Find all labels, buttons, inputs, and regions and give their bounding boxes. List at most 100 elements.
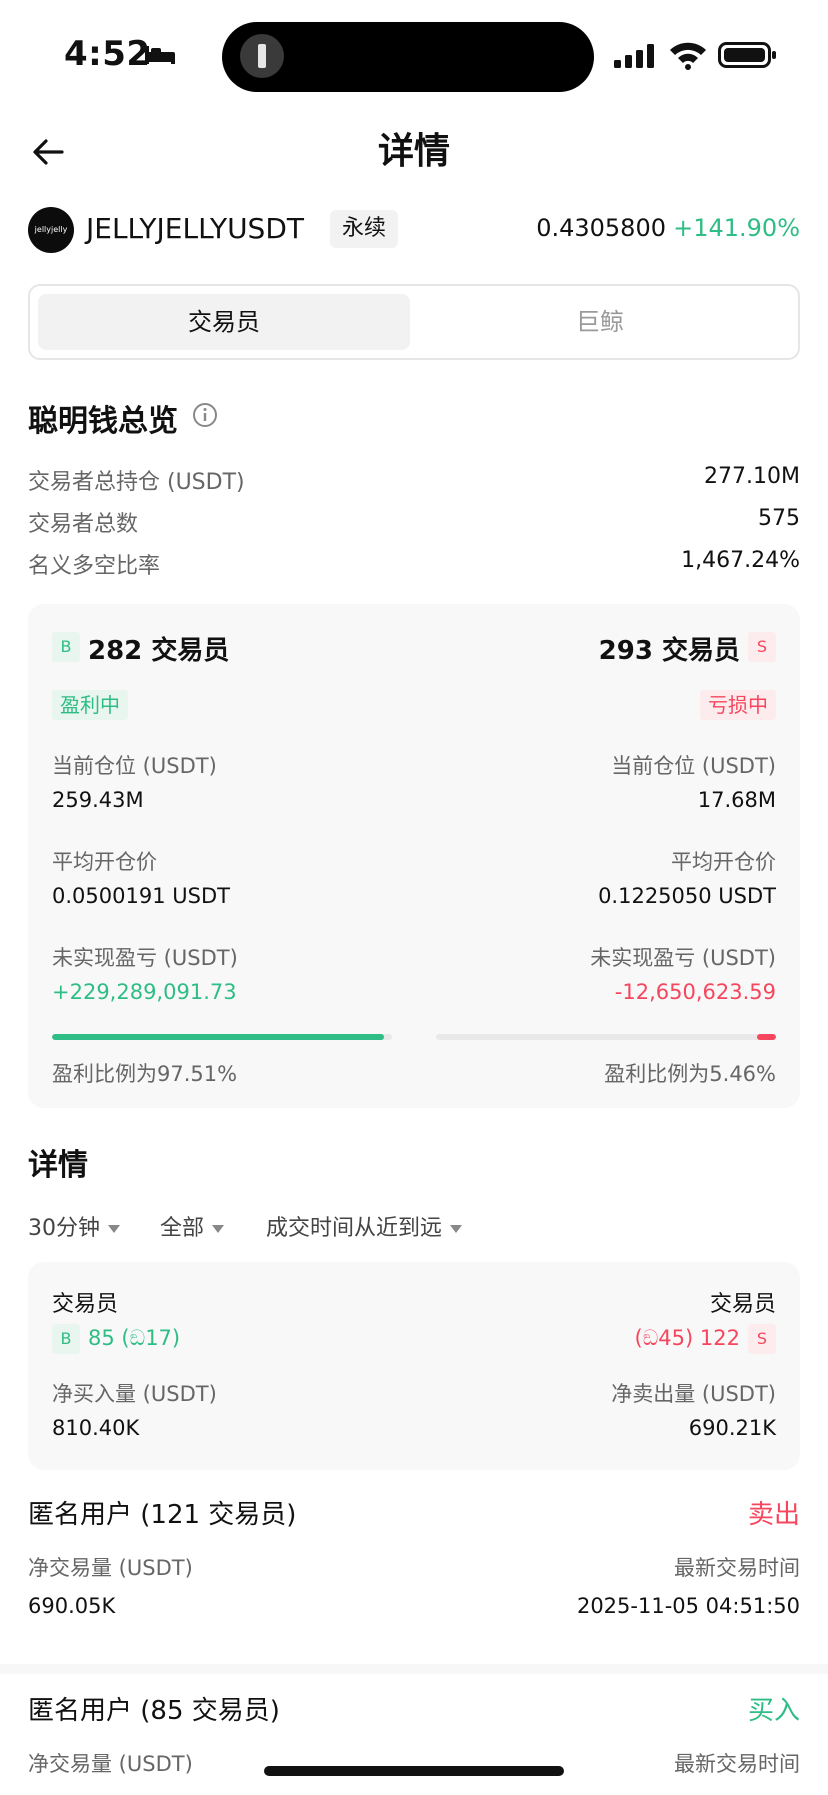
net-sell-label: 净卖出量 (USDT)	[611, 1382, 776, 1406]
entry-time-label: 最新交易时间	[674, 1752, 800, 1776]
filter-label: 成交时间从近到远	[266, 1216, 443, 1241]
overview-value: 277.10M	[704, 464, 800, 489]
coin-logo: jellyjelly	[28, 207, 74, 253]
dynamic-island	[222, 22, 594, 92]
paren-open: (	[121, 1326, 130, 1350]
long-profit-bar-fill	[52, 1034, 384, 1040]
buy-badge: B	[52, 1324, 80, 1354]
chevron-down-icon	[212, 1225, 225, 1233]
overview-value: 575	[758, 506, 800, 531]
perpetual-badge: 永续	[330, 210, 399, 248]
tab-whales[interactable]: 巨鲸	[414, 294, 786, 350]
entry-action: 买入	[747, 1696, 800, 1726]
short-status-badge: 亏损中	[700, 690, 776, 720]
buy-whale-count: 17	[145, 1326, 172, 1350]
long-trader-count: 282 交易员	[88, 636, 230, 666]
last-price: 0.4305800	[536, 214, 666, 242]
entry-action: 卖出	[747, 1500, 800, 1530]
sell-traders-label: 交易员	[709, 1292, 776, 1317]
long-pnl-value: +229,289,091.73	[52, 980, 237, 1004]
buy-traders-label: 交易员	[52, 1292, 119, 1317]
trade-summary-card: 交易员 交易员 B 85 (ඞ17) (ඞ45) 122 S 净买入量 (USD…	[28, 1262, 800, 1470]
filter-bar: 30分钟 全部 成交时间从近到远	[28, 1210, 800, 1246]
filter-label: 全部	[160, 1216, 205, 1241]
long-avg-price-value: 0.0500191 USDT	[52, 884, 230, 908]
entry-net-label: 净交易量 (USDT)	[28, 1556, 193, 1580]
divider	[0, 1664, 828, 1674]
overview-label: 交易者总数	[28, 512, 139, 537]
sleep-mode-icon	[145, 46, 175, 64]
short-badge: S	[748, 632, 776, 662]
battery-icon	[718, 42, 776, 68]
nav-header: 详情	[0, 110, 828, 200]
whale-icon: ඞ	[129, 1326, 146, 1350]
short-profit-bar-fill	[757, 1034, 776, 1040]
filter-label: 30分钟	[28, 1216, 100, 1241]
overview-row-long-short-ratio: 名义多空比率 1,467.24%	[28, 544, 800, 579]
buy-trader-stats: 85 (ඞ17)	[88, 1326, 180, 1351]
symbol-name: JELLYJELLYUSDT	[86, 212, 304, 245]
overview-row-total-position: 交易者总持仓 (USDT) 277.10M	[28, 460, 800, 495]
net-buy-value: 810.40K	[52, 1416, 140, 1440]
short-profit-bar	[436, 1034, 776, 1040]
short-avg-price-value: 0.1225050 USDT	[598, 884, 776, 908]
entry-net-label: 净交易量 (USDT)	[28, 1752, 193, 1776]
sell-trader-stats: (ඞ45) 122	[635, 1326, 740, 1351]
long-badge: B	[52, 632, 80, 662]
short-position-label: 当前仓位 (USDT)	[611, 754, 776, 778]
long-short-card: B 282 交易员 293 交易员 S 盈利中 亏损中 当前仓位 (USDT) …	[28, 604, 800, 1108]
entry-net-value: 690.05K	[28, 1594, 116, 1618]
short-pnl-value: -12,650,623.59	[614, 980, 776, 1004]
net-sell-value: 690.21K	[688, 1416, 776, 1440]
home-indicator	[264, 1766, 564, 1776]
long-position-label: 当前仓位 (USDT)	[52, 754, 217, 778]
smart-money-title: 聪明钱总览	[28, 404, 178, 439]
sell-badge: S	[748, 1324, 776, 1354]
page-title: 详情	[377, 131, 450, 172]
long-profit-ratio: 盈利比例为97.51%	[52, 1062, 238, 1086]
status-time: 4:52	[64, 34, 151, 74]
short-pnl-label: 未实现盈亏 (USDT)	[590, 946, 776, 970]
long-status-badge: 盈利中	[52, 690, 128, 720]
overview-value: 1,467.24%	[681, 548, 800, 573]
short-avg-price-label: 平均开仓价	[671, 850, 776, 874]
overview-label: 名义多空比率	[28, 554, 161, 579]
short-trader-count: 293 交易员	[598, 636, 740, 666]
long-position-value: 259.43M	[52, 788, 144, 812]
net-buy-label: 净买入量 (USDT)	[52, 1382, 217, 1406]
symbol-row: jellyjelly JELLYJELLYUSDT 永续 0.4305800 +…	[28, 204, 800, 256]
sort-filter[interactable]: 成交时间从近到远	[266, 1210, 463, 1242]
entry-title: 匿名用户 (85 交易员)	[28, 1696, 280, 1726]
paren-close: )	[685, 1326, 694, 1350]
buy-trader-count: 85	[88, 1326, 115, 1350]
sell-whale-count: 45	[658, 1326, 686, 1350]
short-profit-ratio: 盈利比例为5.46%	[604, 1062, 776, 1086]
list-item[interactable]: 匿名用户 (85 交易员) 买入 净交易量 (USDT) 最新交易时间	[28, 1690, 800, 1795]
paren-close: )	[171, 1326, 181, 1350]
list-item[interactable]: 匿名用户 (121 交易员) 卖出 净交易量 (USDT) 最新交易时间 690…	[28, 1494, 800, 1644]
entry-time-label: 最新交易时间	[674, 1556, 800, 1580]
chevron-down-icon	[108, 1225, 120, 1233]
side-filter[interactable]: 全部	[160, 1210, 225, 1242]
paren-open: (	[634, 1326, 643, 1350]
whale-icon: ඞ	[642, 1326, 659, 1350]
tab-traders[interactable]: 交易员	[38, 294, 410, 350]
status-bar: 4:52	[0, 0, 828, 110]
details-title: 详情	[28, 1148, 88, 1183]
overview-label: 交易者总持仓 (USDT)	[28, 470, 245, 495]
cellular-signal-icon	[614, 44, 654, 68]
info-icon[interactable]	[192, 402, 218, 428]
long-pnl-label: 未实现盈亏 (USDT)	[52, 946, 238, 970]
short-position-value: 17.68M	[697, 788, 776, 812]
long-profit-bar	[52, 1034, 392, 1040]
sell-trader-count: 122	[699, 1326, 740, 1350]
wifi-icon	[670, 42, 706, 70]
interval-filter[interactable]: 30分钟	[28, 1210, 120, 1242]
segment-tabs: 交易员 巨鲸	[28, 284, 800, 360]
long-avg-price-label: 平均开仓价	[52, 850, 157, 874]
overview-row-trader-count: 交易者总数 575	[28, 502, 800, 537]
chevron-down-icon	[450, 1225, 463, 1233]
entry-time-value: 2025-11-05 04:51:50	[576, 1594, 800, 1618]
flashlight-icon	[240, 34, 284, 78]
entry-title: 匿名用户 (121 交易员)	[28, 1500, 297, 1530]
